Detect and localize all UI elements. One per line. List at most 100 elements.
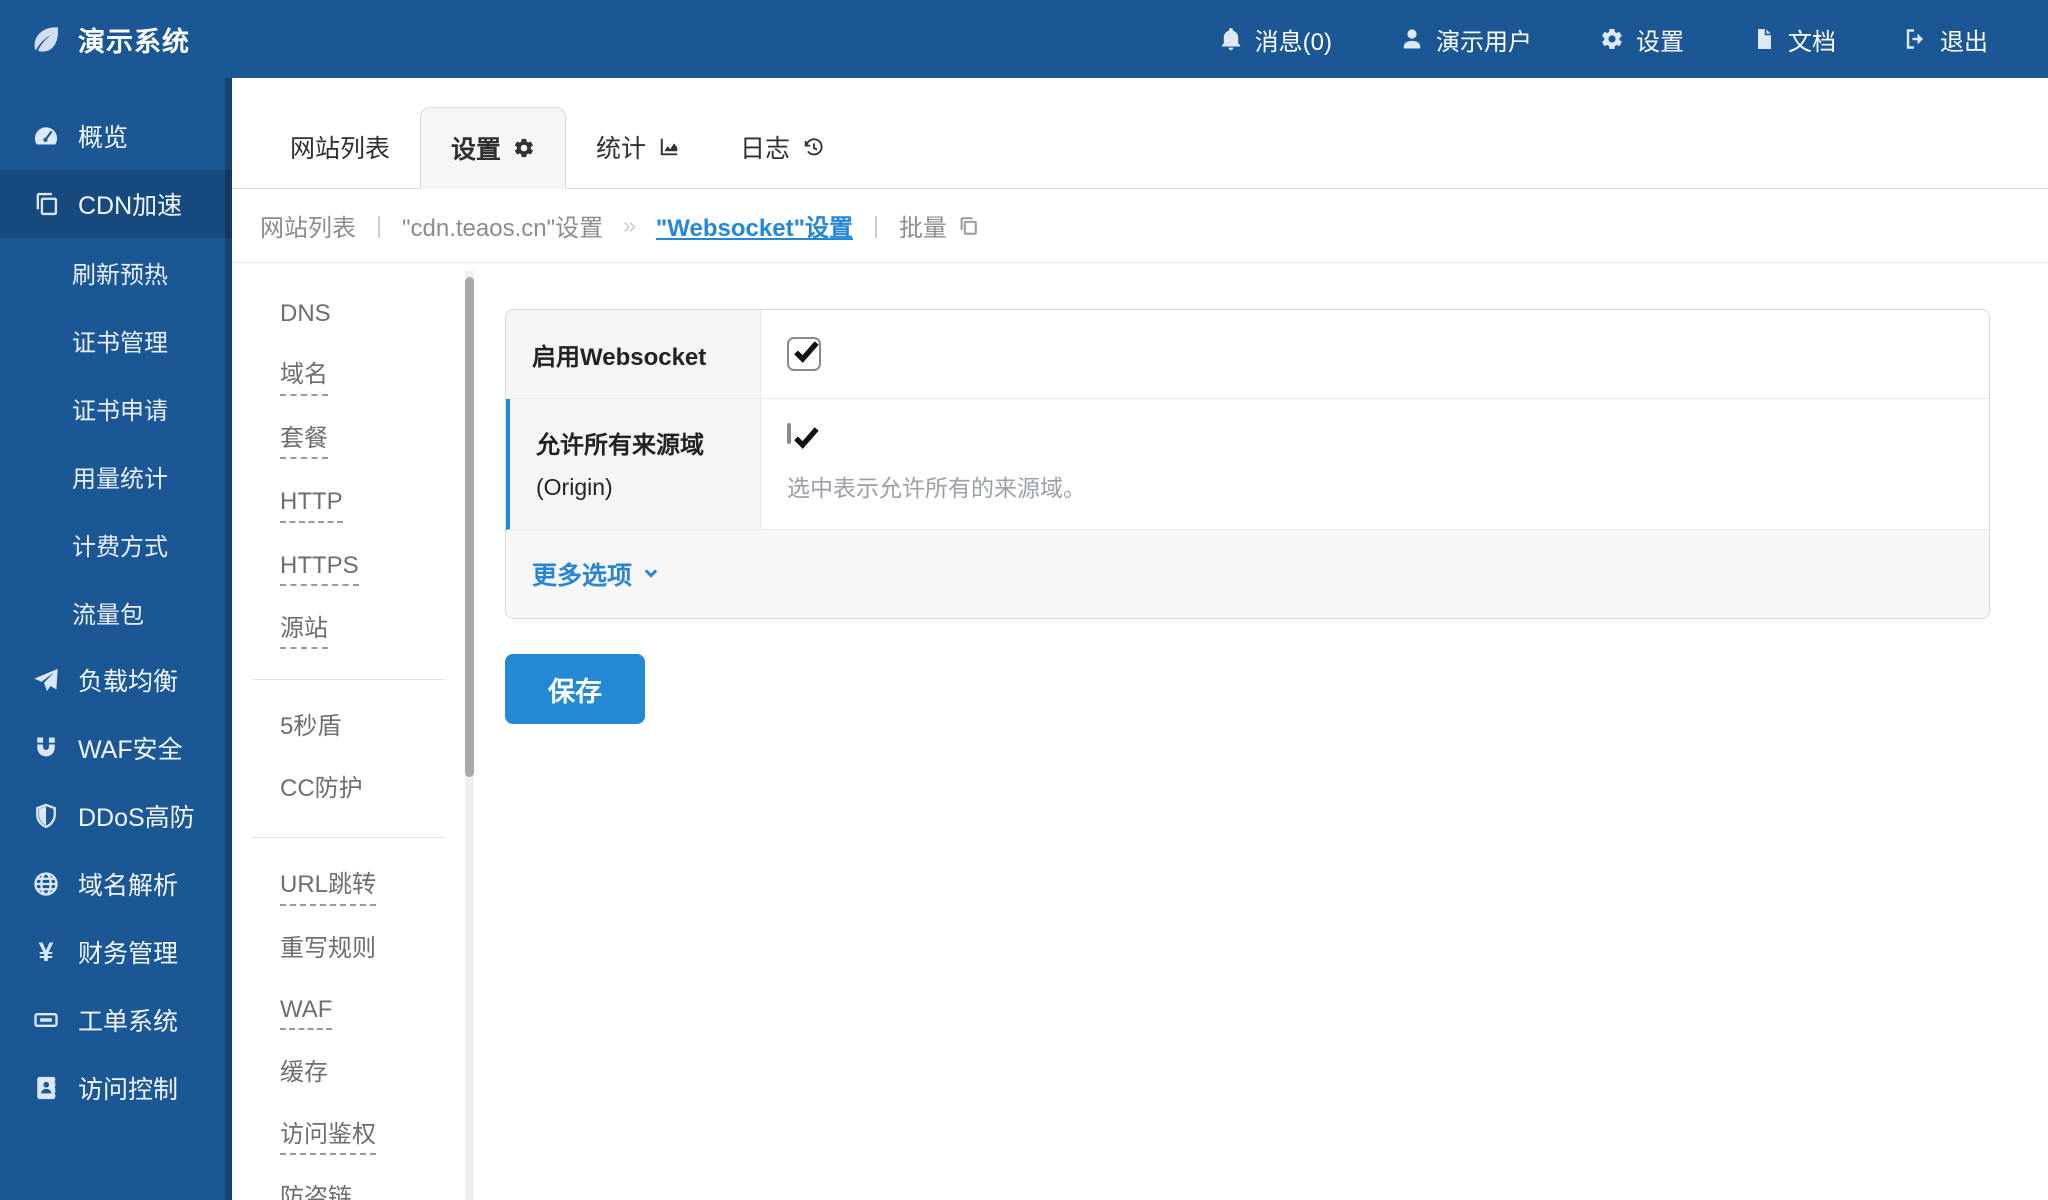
leaf-logo-icon [30,23,62,55]
subnav-item-5s-shield[interactable]: 5秒盾 [280,714,341,745]
sidebar-item-load-balance[interactable]: 负载均衡 [0,646,232,714]
sidebar-item-cdn[interactable]: CDN加速 [0,170,232,238]
sidebar-item-usage-stats[interactable]: 用量统计 [0,442,232,510]
sidebar-item-label: 负载均衡 [78,662,178,698]
tab-logs[interactable]: 日志 [710,106,854,188]
breadcrumb-websocket-settings[interactable]: "Websocket"设置 [656,208,853,243]
sidebar-item-cert-manage[interactable]: 证书管理 [0,306,232,374]
sidebar-item-label: 用量统计 [72,459,168,494]
sidebar-item-label: 访问控制 [78,1070,178,1106]
globe-icon [28,870,64,898]
sidebar-item-label: DDoS高防 [78,798,195,834]
sidebar-item-ddos[interactable]: DDoS高防 [0,782,232,850]
topnav-label: 设置 [1636,22,1684,57]
topnav-logout[interactable]: 退出 [1870,22,2022,57]
sidebar-item-label: 证书申请 [72,391,168,426]
more-options-label: 更多选项 [532,556,632,592]
topnav-messages[interactable]: 消息(0) [1185,22,1366,57]
subnav-item-dns[interactable]: DNS [280,301,331,332]
tab-label: 统计 [596,129,646,165]
sidebar-item-refresh-prewarm[interactable]: 刷新预热 [0,238,232,306]
sidebar-item-label: 证书管理 [72,323,168,358]
tab-settings[interactable]: 设置 [420,107,566,189]
subnav-scrollbar-thumb[interactable] [465,277,474,777]
breadcrumb-batch[interactable]: 批量 [899,208,979,243]
breadcrumb-arrow: » [623,212,636,239]
tab-bar: 网站列表 设置 统计 日志 [232,78,2048,189]
tab-label: 网站列表 [290,129,390,165]
sidebar-item-tickets[interactable]: 工单系统 [0,986,232,1054]
sidebar-item-label: 流量包 [72,595,144,630]
topnav-user[interactable]: 演示用户 [1366,22,1566,57]
breadcrumb-domain-settings[interactable]: "cdn.teaos.cn"设置 [402,208,603,243]
sidebar-item-label: WAF安全 [78,730,183,766]
sidebar-item-finance[interactable]: ¥ 财务管理 [0,918,232,986]
ticket-icon [28,1006,64,1034]
logout-icon [1904,27,1928,51]
breadcrumb-separator: | [873,212,879,239]
magnet-icon [28,734,64,762]
app-title: 演示系统 [78,20,190,59]
settings-body: DNS 域名 套餐 HTTP HTTPS 源站 5秒盾 CC防护 URL跳转 重… [232,263,2048,1200]
tab-site-list[interactable]: 网站列表 [260,106,420,188]
tab-statistics[interactable]: 统计 [566,106,710,188]
subnav-item-url-redirect[interactable]: URL跳转 [280,872,376,905]
sidebar-item-overview[interactable]: 概览 [0,102,232,170]
field-label-text: 启用Websocket [532,337,706,372]
sidebar-item-dns-resolve[interactable]: 域名解析 [0,850,232,918]
sidebar-item-label: 概览 [78,118,128,154]
sidebar-item-traffic-pack[interactable]: 流量包 [0,578,232,646]
brand[interactable]: 演示系统 [0,20,190,59]
sidebar-item-label: 域名解析 [78,866,178,902]
gear-icon [513,137,535,159]
subnav-item-domain[interactable]: 域名 [280,362,328,395]
topnav-docs[interactable]: 文档 [1718,22,1870,57]
subnav-item-rewrite-rules[interactable]: 重写规则 [280,936,376,967]
sidebar-item-cert-apply[interactable]: 证书申请 [0,374,232,442]
subnav-item-cache[interactable]: 缓存 [280,1060,328,1091]
batch-label: 批量 [899,208,947,243]
address-book-icon [28,1074,64,1102]
subnav-scrollbar-track[interactable] [465,271,474,1200]
subnav-item-https[interactable]: HTTPS [280,553,359,586]
breadcrumb-site-list[interactable]: 网站列表 [260,208,356,243]
topnav-label: 文档 [1788,22,1836,57]
topnav: 消息(0) 演示用户 设置 文档 退出 [1185,22,2048,57]
field-label: 允许所有来源域 (Origin) [510,399,761,529]
yen-icon: ¥ [28,937,64,968]
sidebar-item-label: 计费方式 [72,527,168,562]
subnav-item-origin[interactable]: 源站 [280,616,328,649]
breadcrumb-separator: | [376,212,382,239]
subnav-item-http[interactable]: HTTP [280,489,343,522]
subnav-item-hotlink[interactable]: 防盗链 [280,1185,352,1200]
sidebar-item-label: 工单系统 [78,1002,178,1038]
sidebar-item-access-control[interactable]: 访问控制 [0,1054,232,1122]
form-row-allow-origins: 允许所有来源域 (Origin) 选中表示允许所有的来源域。 [506,399,1989,530]
subnav-item-waf[interactable]: WAF [280,997,332,1030]
subnav-item-plan[interactable]: 套餐 [280,426,328,459]
top-navbar: 演示系统 消息(0) 演示用户 设置 文档 [0,0,2048,78]
subnav-item-auth[interactable]: 访问鉴权 [280,1122,376,1155]
field-label-text: 允许所有来源域 [536,425,742,460]
paper-plane-icon [28,666,64,694]
field-sublabel-text: (Origin) [536,474,742,501]
topnav-settings[interactable]: 设置 [1566,22,1718,57]
subnav-item-cc-protect[interactable]: CC防护 [280,776,363,807]
breadcrumb: 网站列表 | "cdn.teaos.cn"设置 » "Websocket"设置 … [232,189,2048,263]
settings-subnav: DNS 域名 套餐 HTTP HTTPS 源站 5秒盾 CC防护 URL跳转 重… [232,263,465,1200]
sidebar-item-label: 刷新预热 [72,255,168,290]
main-content: 网站列表 设置 统计 日志 网站列表 | "cdn.teaos.cn"设置 » … [232,78,2048,1200]
allow-all-origins-checkbox[interactable] [787,423,791,444]
document-icon [1752,27,1776,51]
more-options-link[interactable]: 更多选项 [532,556,660,592]
form-row-enable-websocket: 启用Websocket [506,310,1989,399]
user-icon [1400,27,1424,51]
save-button[interactable]: 保存 [505,654,645,724]
sidebar-item-label: 财务管理 [78,934,178,970]
enable-websocket-checkbox[interactable] [787,337,821,371]
chart-icon [658,136,680,158]
bell-icon [1219,27,1243,51]
sidebar-item-waf[interactable]: WAF安全 [0,714,232,782]
sidebar-item-billing[interactable]: 计费方式 [0,510,232,578]
topnav-label: 消息(0) [1255,22,1332,57]
